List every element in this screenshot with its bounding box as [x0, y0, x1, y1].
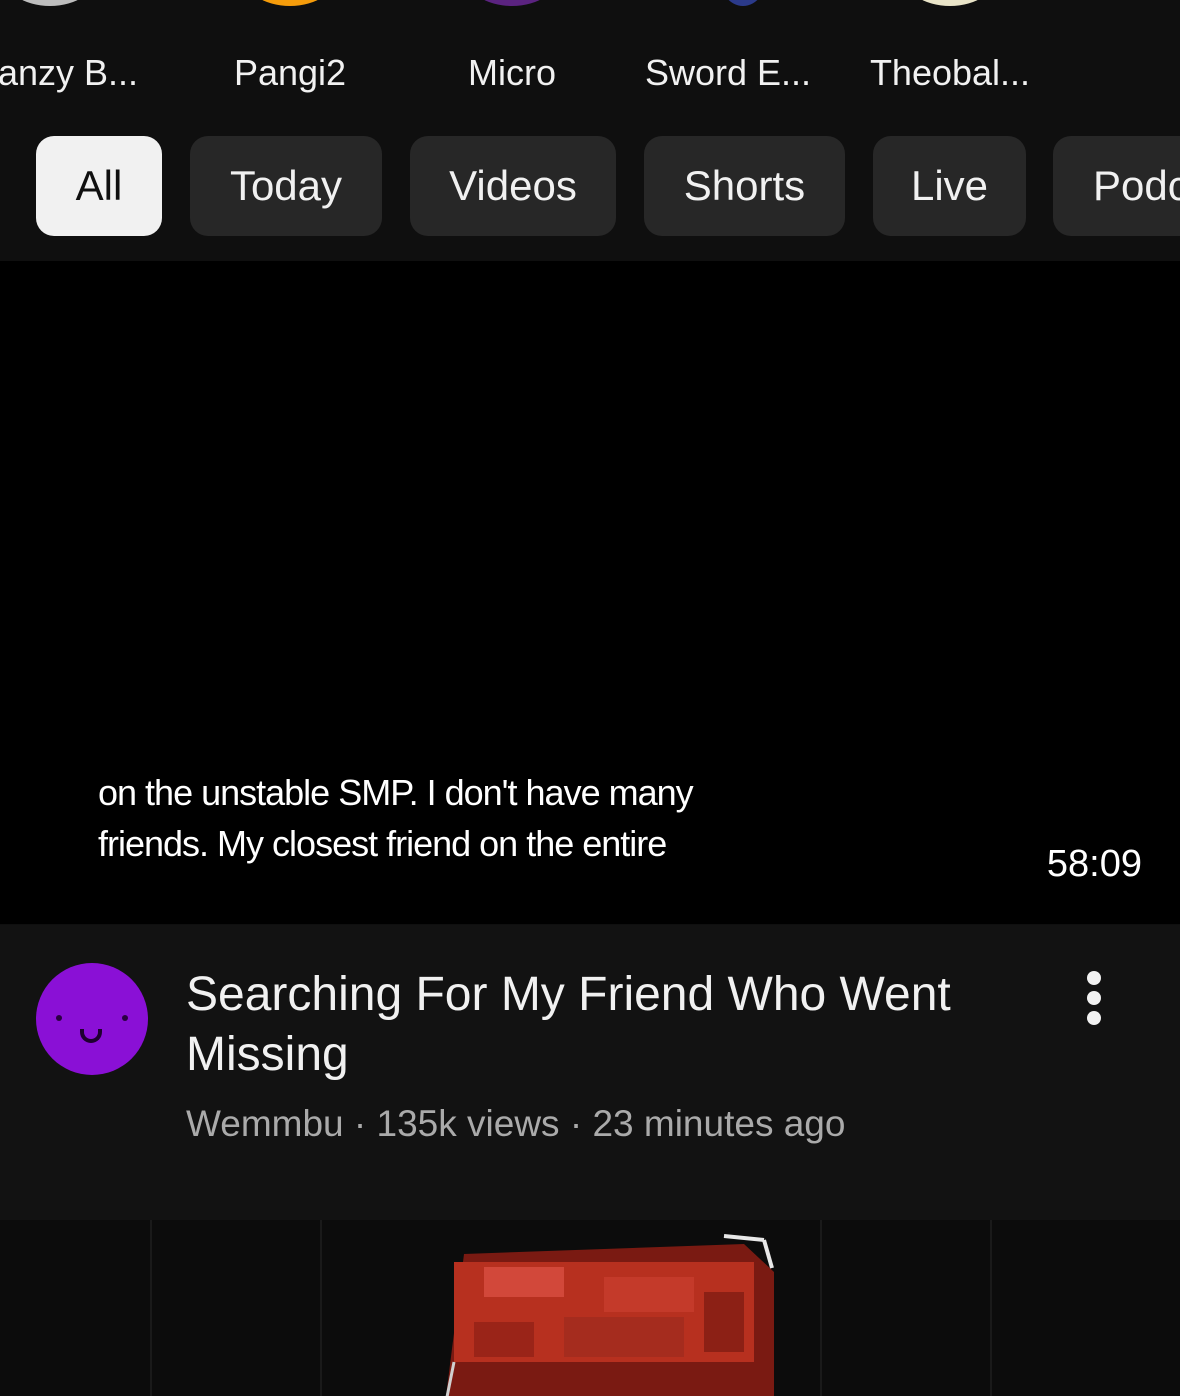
chip-videos[interactable]: Videos — [410, 136, 616, 236]
channel-avatar — [242, 0, 338, 6]
thumbnail-detail — [820, 1220, 822, 1396]
avatar-eye — [122, 1015, 128, 1021]
video-details[interactable]: Searching For My Friend Who Went Missing… — [0, 925, 1180, 1220]
next-video-thumbnail[interactable] — [0, 1220, 1180, 1396]
meta-separator: · — [559, 1103, 593, 1144]
channel-name: Theobal... — [869, 52, 1031, 93]
view-count: 135k views — [376, 1103, 560, 1144]
avatar-eye — [56, 1015, 62, 1021]
avatar-mouth — [80, 1029, 102, 1043]
channel-item-2[interactable]: Pangi2 — [190, 0, 390, 110]
caption-line: on the unstable SMP. I don't have many — [98, 772, 694, 813]
channel-name: Wemmbu — [186, 1103, 344, 1144]
thumbnail-detail — [150, 1220, 152, 1396]
caption-line: friends. My closest friend on the entire — [98, 823, 667, 864]
more-vert-icon[interactable] — [1074, 971, 1114, 1031]
video-caption: on the unstable SMP. I don't have many f… — [98, 767, 738, 869]
channel-item-4[interactable]: Sword E... — [628, 0, 828, 110]
channel-avatar — [2, 0, 98, 6]
video-metadata: Wemmbu · 135k views · 23 minutes ago — [186, 1103, 845, 1145]
meta-separator: · — [343, 1103, 377, 1144]
channel-name: Sword E... — [644, 52, 812, 93]
thumbnail-detail — [320, 1220, 322, 1396]
channel-avatar — [464, 0, 560, 6]
channel-avatar — [902, 0, 998, 6]
channel-avatar — [718, 0, 768, 6]
chip-live[interactable]: Live — [873, 136, 1026, 236]
chip-shorts[interactable]: Shorts — [644, 136, 845, 236]
thumbnail-block-image — [445, 1234, 774, 1396]
app-screen: Branzy B... Pangi2 Micro Sword E... Theo… — [0, 0, 1180, 1396]
channel-item-3[interactable]: Micro — [412, 0, 612, 110]
chip-today[interactable]: Today — [190, 136, 382, 236]
channel-name: Micro — [468, 52, 556, 93]
chip-all[interactable]: All — [36, 136, 162, 236]
thumbnail-detail — [990, 1220, 992, 1396]
avatar[interactable] — [36, 963, 148, 1075]
video-duration: 58:09 — [1046, 843, 1142, 885]
upload-age: 23 minutes ago — [592, 1103, 846, 1144]
chip-podcasts[interactable]: Podc — [1053, 136, 1180, 236]
channel-item-5[interactable]: Theobal... — [850, 0, 1050, 110]
channel-name: Pangi2 — [233, 52, 347, 93]
filter-chip-bar: All Today Videos Shorts Live Podc — [0, 136, 1180, 236]
video-player[interactable]: on the unstable SMP. I don't have many f… — [0, 261, 1180, 924]
channel-name: Branzy B... — [0, 52, 139, 93]
subscriptions-channel-strip: Branzy B... Pangi2 Micro Sword E... Theo… — [0, 0, 1180, 120]
channel-item-1[interactable]: Branzy B... — [0, 0, 170, 110]
video-title[interactable]: Searching For My Friend Who Went Missing — [186, 965, 1006, 1085]
